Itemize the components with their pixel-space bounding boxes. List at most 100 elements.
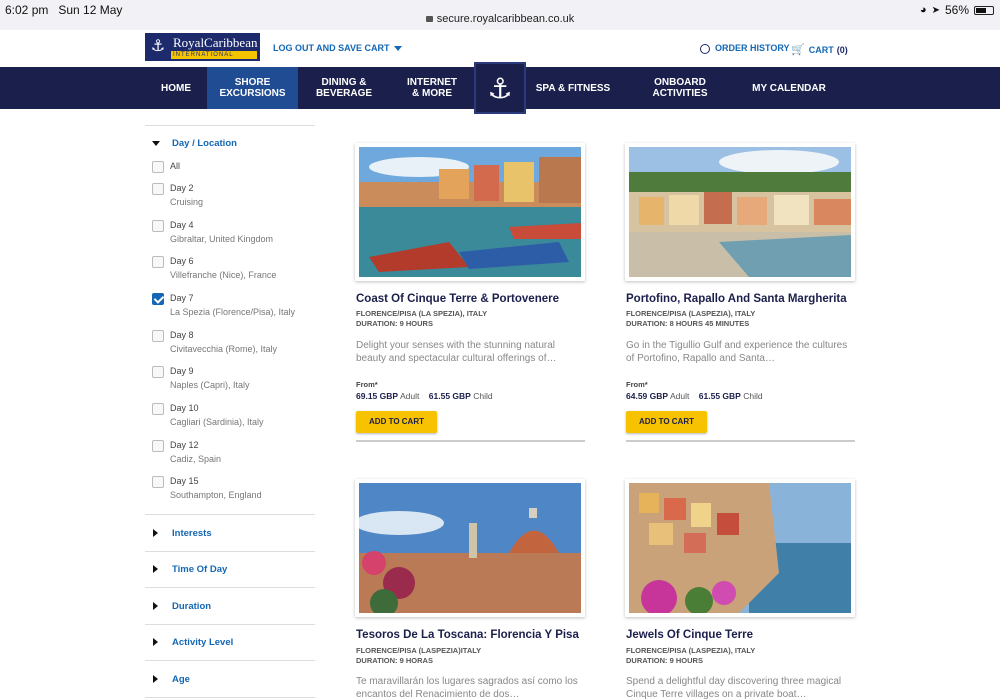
option-day: All [170,161,181,171]
option-location: La Spezia (Florence/Pisa), Italy [170,307,296,317]
filter-duration[interactable]: Duration [152,601,211,612]
option-day: Day 15 [170,476,199,486]
logout-save-cart-link[interactable]: LOG OUT AND SAVE CART [273,43,402,53]
add-to-cart-button[interactable]: ADD TO CART [626,411,707,433]
excursion-description: Te maravillarán los lugares sagrados así… [356,676,578,699]
address-bar[interactable]: secure.royalcaribbean.co.uk [0,13,1000,25]
brand-sub: INTERNATIONAL [171,50,258,59]
child-label: Child [743,391,763,401]
card-divider [356,440,585,442]
option-location: Cruising [170,197,204,207]
excursion-title[interactable]: Coast Of Cinque Terre & Portovenere [356,293,559,305]
sidebar-divider [145,660,315,661]
filter-interests[interactable]: Interests [152,528,212,539]
sidebar-divider [145,125,315,126]
checkbox-checked[interactable] [152,293,164,305]
excursion-title[interactable]: Tesoros De La Toscana: Florencia Y Pisa [356,629,579,641]
excursion-image-cinque-terre-jewels[interactable] [625,479,855,617]
excursion-prices: 64.59 GBP Adult 61.55 GBP Child [626,391,763,401]
excursion-port: FLORENCE/PISA (LA SPEZIA), ITALY [356,309,488,318]
from-label: From* [626,380,648,389]
excursion-port: FLORENCE/PISA (LASPEZIA), ITALY [626,646,756,655]
option-location: Civitavecchia (Rome), Italy [170,344,278,354]
excursion-duration: DURATION: 9 HOURS [356,319,433,328]
sidebar-divider [145,551,315,552]
checkbox[interactable] [152,440,164,452]
caret-right-icon [153,529,158,538]
option-location: Cadiz, Spain [170,454,222,464]
excursion-meta: FLORENCE/PISA (LA SPEZIA), ITALY DURATION… [356,309,487,329]
excursion-image-florence[interactable] [355,479,585,617]
caret-right-icon [153,638,158,647]
excursion-port: FLORENCE/PISA (LASPEZIA), ITALY [626,309,756,318]
checkbox[interactable] [152,256,164,268]
checkbox[interactable] [152,366,164,378]
caret-down-icon [152,140,160,146]
option-day: Day 9 [170,366,194,376]
adult-label: Adult [669,391,690,401]
nav-internet-more[interactable]: INTERNET & MORE [396,67,468,109]
nav-spa-fitness[interactable]: SPA & FITNESS [534,67,612,109]
order-history-link[interactable]: ORDER HISTORY [700,43,790,54]
checkbox[interactable] [152,161,164,173]
crown-anchor-icon: ⚓ [145,34,171,60]
nav-dining-beverage[interactable]: DINING & BEVERAGE [306,67,382,109]
option-day: Day 4 [170,220,194,230]
checkbox[interactable] [152,330,164,342]
card-divider [626,440,855,442]
checkbox[interactable] [152,220,164,232]
nav-shore-excursions[interactable]: SHORE EXCURSIONS [207,67,298,109]
child-price: 61.55 GBP [698,391,741,401]
option-location: Southampton, England [170,490,262,500]
excursion-image-cinque-terre-coast[interactable] [355,143,585,281]
excursion-prices: 69.15 GBP Adult 61.55 GBP Child [356,391,493,401]
child-price: 61.55 GBP [428,391,471,401]
chevron-down-icon [393,46,402,52]
location-icon: ➤ [931,4,940,16]
caret-right-icon [153,602,158,611]
excursion-title[interactable]: Portofino, Rapallo And Santa Margherita [626,293,847,305]
cart-link[interactable]: 🛒 CART (0) [791,43,848,56]
history-icon [700,43,710,54]
option-day: Day 7 [170,293,194,303]
add-to-cart-button[interactable]: ADD TO CART [356,411,437,433]
sidebar-divider [145,587,315,588]
excursion-port: FLORENCE/PISA (LASPEZIA)ITALY [356,646,482,655]
battery-icon [974,5,994,15]
adult-label: Adult [399,391,420,401]
nav-my-calendar[interactable]: MY CALENDAR [748,67,830,109]
sidebar-divider [145,697,315,698]
excursion-duration: DURATION: 9 HOURS [626,656,703,665]
option-day: Day 10 [170,403,199,413]
sidebar-divider [145,624,315,625]
nav-home[interactable]: HOME [145,67,207,109]
excursion-description: Delight your senses with the stunning na… [356,340,557,364]
filter-activity-level[interactable]: Activity Level [152,637,233,648]
from-label: From* [356,380,378,389]
caret-right-icon [153,675,158,684]
option-day: Day 6 [170,256,194,266]
checkbox[interactable] [152,183,164,195]
excursion-description: Go in the Tigullio Gulf and experience t… [626,340,848,364]
filter-age[interactable]: Age [152,674,190,685]
option-day: Day 8 [170,330,194,340]
caret-right-icon [153,565,158,574]
option-day: Day 2 [170,183,194,193]
excursion-description: Spend a delightful day discovering three… [626,676,842,699]
checkbox[interactable] [152,403,164,415]
filter-day-location[interactable]: Day / Location [152,138,237,149]
royal-caribbean-logo[interactable]: ⚓ RoyalCaribbean INTERNATIONAL [145,33,260,61]
excursion-meta: FLORENCE/PISA (LASPEZIA)ITALY DURATION: 9… [356,646,481,666]
checkbox[interactable] [152,476,164,488]
nav-onboard-activities[interactable]: ONBOARD ACTIVITIES [630,67,730,109]
excursion-image-portofino[interactable] [625,143,855,281]
crown-anchor-logo-icon[interactable]: ⚓ [474,62,526,114]
option-day: Day 12 [170,440,199,450]
sidebar-divider [145,514,315,515]
option-location: Villefranche (Nice), France [170,270,277,280]
filter-time-of-day[interactable]: Time Of Day [152,564,227,575]
adult-price: 64.59 GBP [626,391,669,401]
battery-percent: 56% [944,3,969,17]
excursion-title[interactable]: Jewels Of Cinque Terre [626,629,753,641]
status-icons: ◕ ➤ 56% [920,3,994,17]
